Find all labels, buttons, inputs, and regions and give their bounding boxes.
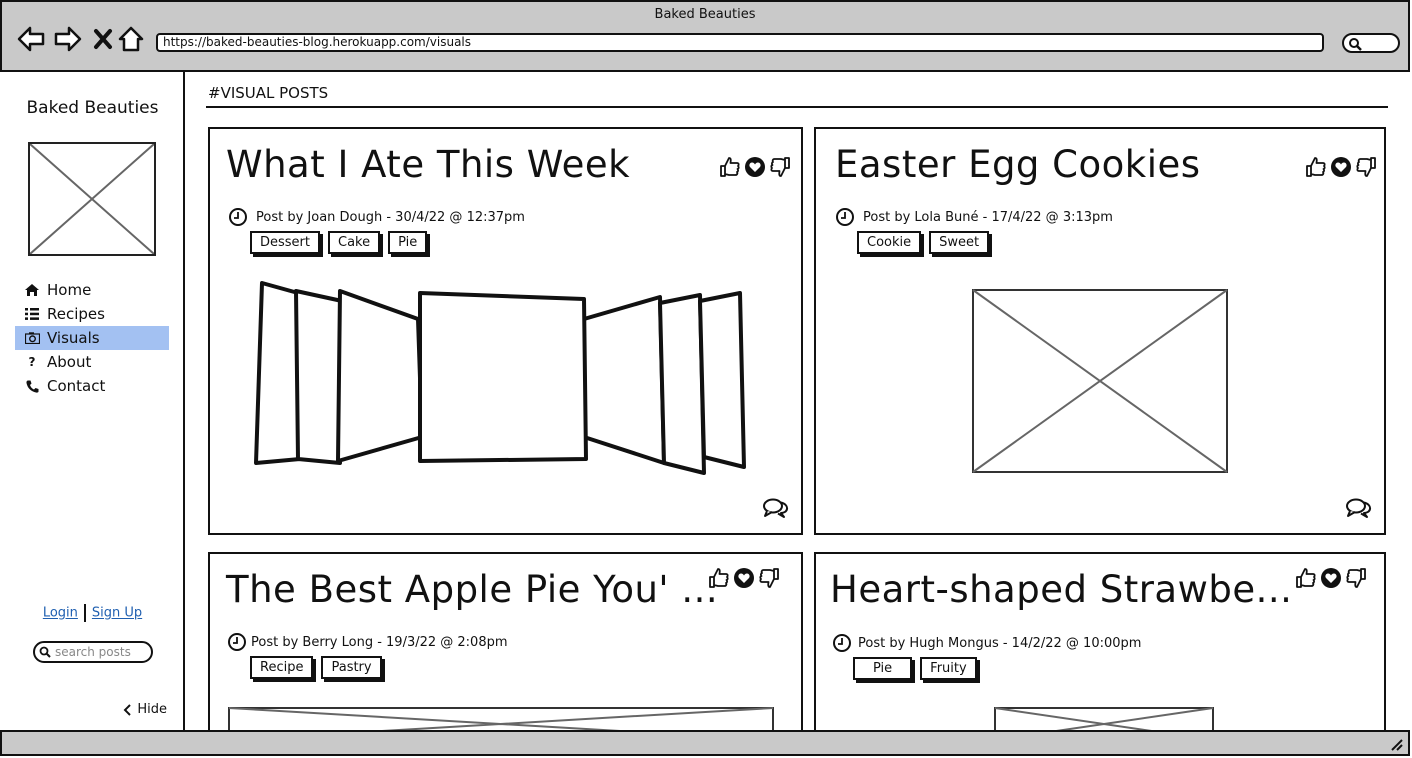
search-placeholder: search posts — [55, 645, 131, 659]
signup-link[interactable]: Sign Up — [92, 606, 142, 621]
reactions — [1304, 155, 1378, 179]
tag-chip[interactable]: Pie — [853, 657, 913, 680]
heart-icon[interactable] — [744, 156, 766, 178]
post-byline: Post by Hugh Mongus - 14/2/22 @ 10:00pm — [858, 635, 1142, 651]
tag-chip[interactable]: Recipe — [250, 656, 314, 679]
post-title[interactable]: What I Ate This Week — [226, 143, 630, 186]
back-arrow-icon[interactable] — [16, 24, 46, 54]
reactions — [1294, 566, 1368, 590]
chevron-left-icon — [123, 703, 132, 716]
post-meta: Post by Joan Dough - 30/4/22 @ 12:37pm — [228, 207, 525, 227]
tag-list: Cookie Sweet — [857, 231, 990, 254]
post-byline: Post by Lola Buné - 17/4/22 @ 3:13pm — [863, 209, 1113, 225]
thumbs-down-icon[interactable] — [768, 155, 792, 179]
tag-chip[interactable]: Fruity — [920, 657, 977, 680]
clock-icon — [228, 633, 246, 651]
post-meta: Post by Hugh Mongus - 14/2/22 @ 10:00pm — [832, 633, 1141, 653]
login-link[interactable]: Login — [43, 606, 78, 621]
thumbs-up-icon[interactable] — [1304, 155, 1328, 179]
sidebar-item-recipes[interactable]: Recipes — [15, 302, 169, 326]
tag-chip[interactable]: Pie — [388, 231, 428, 254]
home-icon[interactable] — [116, 24, 146, 54]
home-icon — [23, 284, 41, 296]
post-meta: Post by Lola Buné - 17/4/22 @ 3:13pm — [835, 207, 1113, 227]
logo-placeholder — [28, 142, 156, 256]
question-icon: ? — [28, 355, 36, 369]
comments-icon[interactable] — [1346, 497, 1372, 519]
sidebar-item-label: Visuals — [47, 329, 100, 347]
post-card[interactable]: Heart-shaped Strawbe... Post by Hugh Mon… — [814, 552, 1386, 730]
tag-list: Dessert Cake Pie — [250, 231, 428, 254]
reactions — [707, 566, 781, 590]
post-title[interactable]: Easter Egg Cookies — [835, 143, 1201, 186]
post-card[interactable]: The Best Apple Pie You' ... Post by Berr… — [208, 552, 803, 730]
phone-icon — [23, 380, 41, 393]
address-bar[interactable]: https://baked-beauties-blog.herokuapp.co… — [156, 33, 1324, 52]
thumbs-down-icon[interactable] — [1344, 566, 1368, 590]
clock-icon — [833, 634, 851, 652]
sidebar-nav: Home Recipes Visuals ? About Contact — [15, 278, 169, 398]
post-byline: Post by Berry Long - 19/3/22 @ 2:08pm — [251, 634, 508, 650]
post-title[interactable]: Heart-shaped Strawbe... — [830, 568, 1292, 611]
thumbs-down-icon[interactable] — [757, 566, 781, 590]
forward-arrow-icon[interactable] — [53, 24, 83, 54]
auth-links: Login Sign Up — [2, 604, 183, 622]
thumbs-down-icon[interactable] — [1354, 155, 1378, 179]
browser-toolbar: Baked Beauties https://baked-beauties-bl… — [0, 0, 1410, 72]
tag-chip[interactable]: Sweet — [929, 231, 990, 254]
post-title[interactable]: The Best Apple Pie You' ... — [226, 568, 718, 611]
search-input[interactable]: search posts — [33, 641, 153, 663]
sidebar-item-home[interactable]: Home — [15, 278, 169, 302]
sidebar-item-contact[interactable]: Contact — [15, 374, 169, 398]
clock-icon — [229, 208, 247, 226]
brand-name: Baked Beauties — [26, 98, 159, 118]
sidebar-item-label: Recipes — [47, 305, 105, 323]
tag-chip[interactable]: Cake — [328, 231, 381, 254]
thumbs-up-icon[interactable] — [1294, 566, 1318, 590]
image-carousel[interactable] — [250, 277, 760, 477]
image-placeholder[interactable] — [228, 707, 774, 730]
list-icon — [23, 308, 41, 320]
stop-icon[interactable] — [88, 24, 118, 54]
sidebar-item-label: Home — [47, 281, 92, 299]
resize-grip-icon[interactable] — [1388, 736, 1404, 752]
reactions — [718, 155, 792, 179]
hide-label: Hide — [137, 702, 167, 717]
sidebar-item-label: About — [47, 353, 92, 371]
post-meta: Post by Berry Long - 19/3/22 @ 2:08pm — [227, 632, 508, 652]
heart-icon[interactable] — [1330, 156, 1352, 178]
comments-icon[interactable] — [763, 497, 789, 519]
thumbs-up-icon[interactable] — [707, 566, 731, 590]
sidebar-item-about[interactable]: ? About — [15, 350, 169, 374]
image-placeholder[interactable] — [994, 707, 1214, 730]
sidebar: Baked Beauties Home Recipes Visuals ? Ab… — [2, 72, 185, 730]
status-bar — [0, 730, 1410, 756]
tag-chip[interactable]: Cookie — [857, 231, 922, 254]
tag-list: Recipe Pastry — [250, 656, 382, 679]
browser-search-field[interactable] — [1342, 33, 1400, 53]
window-title: Baked Beauties — [654, 7, 756, 22]
search-icon — [39, 646, 51, 658]
main-content: #VISUAL POSTS What I Ate This Week Post … — [186, 72, 1410, 730]
image-placeholder[interactable] — [972, 289, 1228, 473]
sidebar-item-label: Contact — [47, 377, 106, 395]
clock-icon — [836, 208, 854, 226]
post-card[interactable]: Easter Egg Cookies Post by Lola Buné - 1… — [814, 127, 1386, 535]
camera-icon — [23, 332, 41, 344]
tag-list: Pie Fruity — [853, 657, 977, 680]
post-card[interactable]: What I Ate This Week Post by Joan Dough … — [208, 127, 803, 535]
heart-icon[interactable] — [733, 567, 755, 589]
sidebar-item-visuals[interactable]: Visuals — [15, 326, 169, 350]
search-icon — [1349, 38, 1362, 51]
tag-chip[interactable]: Pastry — [321, 656, 382, 679]
tag-chip[interactable]: Dessert — [250, 231, 320, 254]
hide-sidebar-button[interactable]: Hide — [123, 702, 167, 717]
section-divider — [206, 106, 1388, 108]
section-title: #VISUAL POSTS — [208, 84, 329, 102]
heart-icon[interactable] — [1320, 567, 1342, 589]
divider — [83, 604, 86, 622]
post-byline: Post by Joan Dough - 30/4/22 @ 12:37pm — [256, 209, 525, 225]
thumbs-up-icon[interactable] — [718, 155, 742, 179]
